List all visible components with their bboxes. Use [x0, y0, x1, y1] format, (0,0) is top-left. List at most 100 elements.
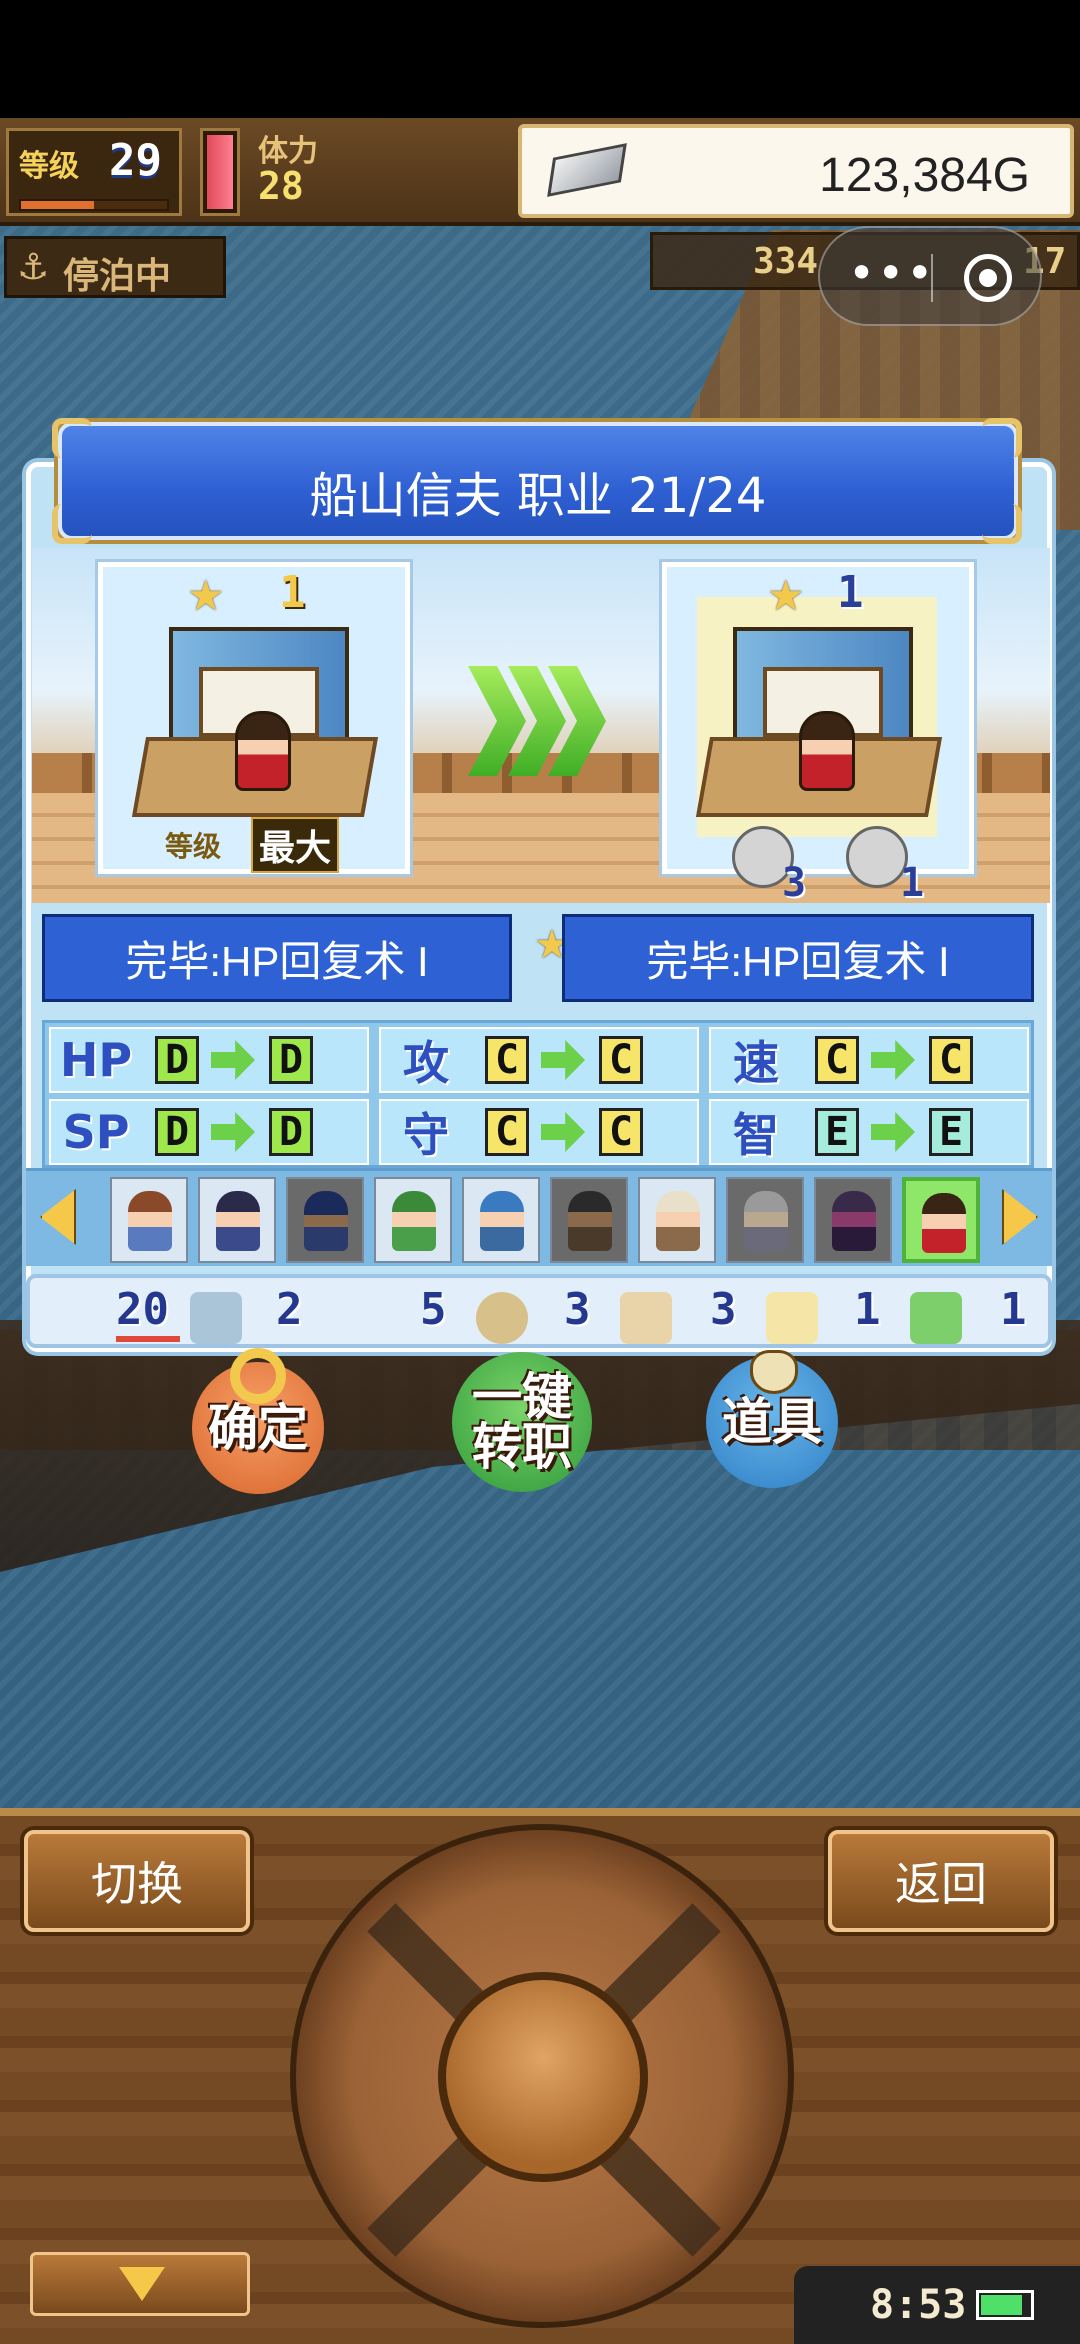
dialog-title: 船山信夫 职业 21/24 [309, 468, 767, 524]
selected-underline [116, 1336, 180, 1342]
current-level-label: 等级 [165, 830, 222, 863]
top-hud: 等级 29 体力 28 123,384G [0, 118, 1080, 226]
job-portrait[interactable] [374, 1177, 452, 1263]
portrait-face [216, 1191, 260, 1251]
tool-count: 1 [1000, 1284, 1027, 1335]
rank-star-icon: ★ [187, 571, 225, 620]
status-bar-area [0, 0, 1080, 118]
tool-count: 1 [854, 1284, 881, 1335]
portrait-face [392, 1191, 436, 1251]
battery-fill [981, 2295, 1023, 2315]
chevron-down-icon [119, 2267, 165, 2301]
job-portrait[interactable] [198, 1177, 276, 1263]
stat-from-grade: C [485, 1108, 529, 1156]
arrow-right-icon [871, 1112, 915, 1152]
moored-label: 停泊中 [63, 256, 172, 297]
job-portrait[interactable] [726, 1177, 804, 1263]
switch-button[interactable]: 切换 [24, 1830, 250, 1932]
arrow-right-icon [211, 1040, 255, 1080]
job-portrait[interactable] [286, 1177, 364, 1263]
stat-from-grade: D [155, 1036, 199, 1084]
clock-time: 8:53 [870, 2282, 967, 2328]
title-corner-ornament [982, 504, 1022, 544]
tool-count: 20 [116, 1284, 169, 1335]
items-button[interactable]: 道具 [706, 1350, 838, 1488]
close-miniprogram-icon[interactable] [964, 254, 1012, 302]
exp-bar-fill [21, 201, 94, 209]
stat-hp: HP D D [49, 1027, 369, 1093]
fist-icon[interactable] [620, 1292, 672, 1344]
stat-defense: 守 C C [379, 1099, 699, 1165]
next-rank: 1 [837, 567, 864, 618]
magnifier-icon[interactable] [476, 1292, 528, 1344]
stat-to-grade: D [269, 1108, 313, 1156]
menu-toggle-button[interactable] [30, 2252, 250, 2316]
stamina-value: 28 [258, 164, 304, 208]
job-portrait-selected[interactable] [902, 1177, 980, 1263]
clock-panel: 8:53 [794, 2266, 1080, 2344]
stat-name: SP [62, 1105, 130, 1159]
title-corner-ornament [52, 418, 92, 458]
saw-tool-icon [846, 826, 908, 888]
more-icon[interactable]: ••• [848, 246, 935, 300]
portrait-face [832, 1191, 876, 1251]
one-click-job-change-button[interactable]: 一键转职 [452, 1352, 592, 1492]
stat-name: 智 [733, 1108, 779, 1162]
stat-intelligence: 智 E E [709, 1099, 1029, 1165]
tool-count: 2 [276, 1284, 303, 1335]
capsule-divider [931, 254, 933, 302]
stat-to-grade: C [599, 1036, 643, 1084]
one-click-label: 一键转职 [472, 1368, 572, 1476]
next-job-arrow[interactable] [1002, 1189, 1038, 1245]
stat-to-grade: D [269, 1036, 313, 1084]
ring-icon [230, 1348, 286, 1404]
tool-count: 3 [564, 1284, 591, 1335]
stat-to-grade: C [599, 1108, 643, 1156]
stat-name: 攻 [403, 1036, 449, 1090]
pirate-character [799, 711, 855, 791]
stat-to-grade: C [929, 1036, 973, 1084]
arrow-right-icon [871, 1040, 915, 1080]
next-skill: 完毕:HP回复术 I [562, 914, 1034, 1002]
job-portrait[interactable] [462, 1177, 540, 1263]
stamina-bar-fill [207, 135, 233, 209]
stat-name: HP [59, 1033, 133, 1087]
saw-icon[interactable] [910, 1292, 962, 1344]
next-room-card: ★ 1 [662, 562, 974, 874]
stat-name: 守 [403, 1108, 449, 1162]
job-portrait[interactable] [110, 1177, 188, 1263]
bag-icon [750, 1350, 798, 1394]
prev-job-arrow[interactable] [40, 1189, 76, 1245]
back-button[interactable]: 返回 [828, 1830, 1054, 1932]
gold-box: 123,384G [518, 124, 1074, 218]
moored-status: ⚓ 停泊中 [4, 236, 226, 298]
items-label: 道具 [722, 1393, 822, 1451]
stat-name: 速 [733, 1036, 779, 1090]
job-portrait[interactable] [638, 1177, 716, 1263]
anchor-icon: ⚓ [17, 247, 50, 288]
resource-a-value: 334 [753, 241, 819, 282]
portrait-face [304, 1191, 348, 1251]
job-portrait[interactable] [814, 1177, 892, 1263]
lamp-icon[interactable] [766, 1292, 818, 1344]
wrench-icon[interactable] [190, 1292, 242, 1344]
stat-attack: 攻 C C [379, 1027, 699, 1093]
portrait-face [568, 1191, 612, 1251]
stat-from-grade: C [815, 1036, 859, 1084]
saw-tool-count: 1 [900, 860, 925, 906]
stat-speed: 速 C C [709, 1027, 1029, 1093]
job-portrait[interactable] [550, 1177, 628, 1263]
stamina-bar [200, 128, 240, 216]
current-room-card: ★ 1 等级 最大 [98, 562, 410, 874]
level-label: 等级 [19, 149, 79, 184]
silver-bar-icon [547, 143, 627, 197]
title-corner-ornament [982, 418, 1022, 458]
stat-from-grade: C [485, 1036, 529, 1084]
job-portrait-strip [26, 1168, 1052, 1266]
miniprogram-capsule: ••• [818, 226, 1042, 326]
stat-sp: SP D D [49, 1099, 369, 1165]
dpad-control[interactable] [290, 1824, 794, 2328]
portrait-face [922, 1193, 966, 1253]
confirm-button[interactable]: 确定 [192, 1348, 324, 1494]
dpad-center-button[interactable] [438, 1972, 648, 2182]
